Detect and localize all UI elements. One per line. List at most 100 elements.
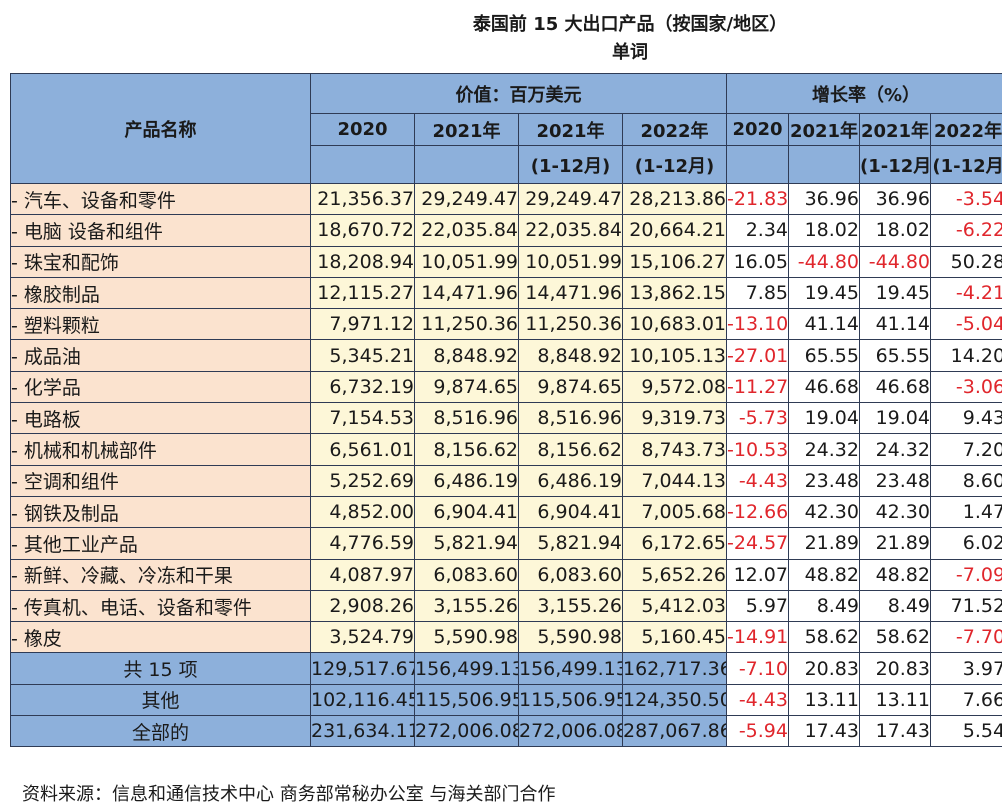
value-cell: 20,664.21: [622, 214, 727, 247]
value-cell: 7,154.53: [310, 402, 415, 435]
value-cell: 8,156.62: [518, 433, 623, 466]
product-name-cell: - 钢铁及制品: [10, 495, 311, 529]
header-growth-group: 增长率（%）: [725, 73, 1002, 114]
growth-cell: 42.30: [859, 495, 931, 529]
growth-cell: -3.06: [929, 370, 1002, 404]
growth-cell: 7.20: [929, 433, 1002, 466]
growth-cell: -24.57: [726, 527, 789, 560]
header-value-period: (1-12月): [518, 145, 623, 184]
growth-cell: 6.02: [929, 527, 1002, 560]
header-value-period: (1-12月): [622, 145, 727, 184]
value-cell: 6,083.60: [414, 558, 519, 591]
growth-cell: -44.80: [859, 245, 931, 278]
growth-cell: 50.28: [929, 245, 1002, 278]
header-product-name: 产品名称: [10, 73, 311, 184]
growth-cell: 14.20: [929, 339, 1002, 372]
value-cell: 5,821.94: [518, 527, 623, 560]
value-cell: 10,683.01: [622, 308, 727, 341]
table-title: 泰国前 15 大出口产品（按国家/地区）: [472, 14, 788, 35]
growth-cell: 24.32: [788, 433, 860, 466]
growth-cell: -4.43: [726, 464, 789, 497]
total-row: 全部的 231,634.11 272,006.08 272,006.08 287,067…: [10, 715, 1002, 748]
growth-cell: 24.32: [859, 433, 931, 466]
value-cell: 13,862.15: [622, 276, 727, 310]
header-growth-period: [726, 145, 789, 184]
growth-cell: 41.14: [788, 308, 860, 341]
product-name-cell: - 传真机、电话、设备和零件: [10, 589, 311, 623]
table-row: - 电路板 7,154.53 8,516.96 8,516.96 9,319.73 -5.…: [10, 402, 1002, 435]
value-cell: 6,732.19: [310, 370, 415, 404]
value-cell: 7,005.68: [622, 495, 727, 529]
growth-cell: -4.21: [929, 276, 1002, 310]
value-cell: 6,561.01: [310, 433, 415, 466]
value-cell: 5,160.45: [622, 621, 727, 654]
value-cell: 231,634.11: [310, 715, 415, 748]
growth-cell: -3.54: [929, 182, 1002, 216]
product-name-cell: - 电路板: [10, 402, 311, 435]
header-value-col: 2020: [310, 113, 415, 146]
value-cell: 129,517.67: [310, 652, 415, 685]
growth-cell: -10.53: [726, 433, 789, 466]
growth-cell: 42.30: [788, 495, 860, 529]
value-cell: 11,250.36: [414, 308, 519, 341]
growth-cell: 16.05: [726, 245, 789, 278]
growth-cell: -13.10: [726, 308, 789, 341]
value-cell: 6,486.19: [518, 464, 623, 497]
table-body: - 汽车、设备和零件 21,356.37 29,249.47 29,249.47 28,…: [10, 182, 1002, 748]
growth-cell: 19.04: [859, 402, 931, 435]
growth-cell: 58.62: [859, 621, 931, 654]
growth-cell: 65.55: [859, 339, 931, 372]
growth-cell: 36.96: [859, 182, 931, 216]
growth-cell: -11.27: [726, 370, 789, 404]
value-cell: 2,908.26: [310, 589, 415, 623]
product-name-cell: 全部的: [10, 715, 311, 748]
value-cell: 4,852.00: [310, 495, 415, 529]
header-growth-col: 2021年: [859, 113, 931, 146]
growth-cell: 46.68: [788, 370, 860, 404]
growth-cell: 58.62: [788, 621, 860, 654]
source-note: 资料来源：信息和通信技术中心 商务部常秘办公室 与海关部门合作: [22, 784, 556, 805]
value-cell: 272,006.08: [518, 715, 623, 748]
table-row: - 汽车、设备和零件 21,356.37 29,249.47 29,249.47 28,…: [10, 182, 1002, 216]
table-row: - 其他工业产品 4,776.59 5,821.94 5,821.94 6,172.65…: [10, 527, 1002, 560]
growth-cell: 9.43: [929, 402, 1002, 435]
growth-cell: 48.82: [788, 558, 860, 591]
table-row: - 电脑 设备和组件 18,670.72 22,035.84 22,035.84 20,…: [10, 214, 1002, 247]
product-name-cell: - 电脑 设备和组件: [10, 214, 311, 247]
value-cell: 8,848.92: [518, 339, 623, 372]
value-cell: 22,035.84: [414, 214, 519, 247]
product-name-cell: - 机械和机械部件: [10, 433, 311, 466]
value-cell: 11,250.36: [518, 308, 623, 341]
value-cell: 18,208.94: [310, 245, 415, 278]
growth-cell: 2.34: [726, 214, 789, 247]
growth-cell: 17.43: [788, 715, 860, 748]
table-row: - 塑料颗粒 7,971.12 11,250.36 11,250.36 10,683.0…: [10, 308, 1002, 341]
value-cell: 5,252.69: [310, 464, 415, 497]
table-row: - 新鲜、冷藏、冷冻和干果 4,087.97 6,083.60 6,083.60 5,6…: [10, 558, 1002, 591]
value-cell: 3,155.26: [414, 589, 519, 623]
value-cell: 10,105.13: [622, 339, 727, 372]
growth-cell: -7.09: [929, 558, 1002, 591]
header-growth-period: (1-12月: [929, 145, 1002, 184]
value-cell: 29,249.47: [414, 182, 519, 216]
table-row: - 珠宝和配饰 18,208.94 10,051.99 10,051.99 15,106…: [10, 245, 1002, 278]
value-cell: 156,499.13: [414, 652, 519, 685]
growth-cell: 5.97: [726, 589, 789, 623]
growth-cell: 23.48: [859, 464, 931, 497]
header-growth-col: 2020: [726, 113, 789, 146]
table-row: - 机械和机械部件 6,561.01 8,156.62 8,156.62 8,743.7…: [10, 433, 1002, 466]
product-name-cell: - 空调和组件: [10, 464, 311, 497]
value-cell: 7,044.13: [622, 464, 727, 497]
value-cell: 102,116.45: [310, 683, 415, 717]
growth-cell: -44.80: [788, 245, 860, 278]
growth-cell: 21.89: [859, 527, 931, 560]
value-cell: 9,572.08: [622, 370, 727, 404]
table-row: - 成品油 5,345.21 8,848.92 8,848.92 10,105.13 -2…: [10, 339, 1002, 372]
total-row: 其他 102,116.45 115,506.95 115,506.95 124,350.…: [10, 683, 1002, 717]
product-name-cell: - 新鲜、冷藏、冷冻和干果: [10, 558, 311, 591]
value-cell: 6,904.41: [518, 495, 623, 529]
total-row: 共 15 项 129,517.67 156,499.13 156,499.13 162,…: [10, 652, 1002, 685]
growth-cell: 41.14: [859, 308, 931, 341]
value-cell: 9,319.73: [622, 402, 727, 435]
value-cell: 6,904.41: [414, 495, 519, 529]
